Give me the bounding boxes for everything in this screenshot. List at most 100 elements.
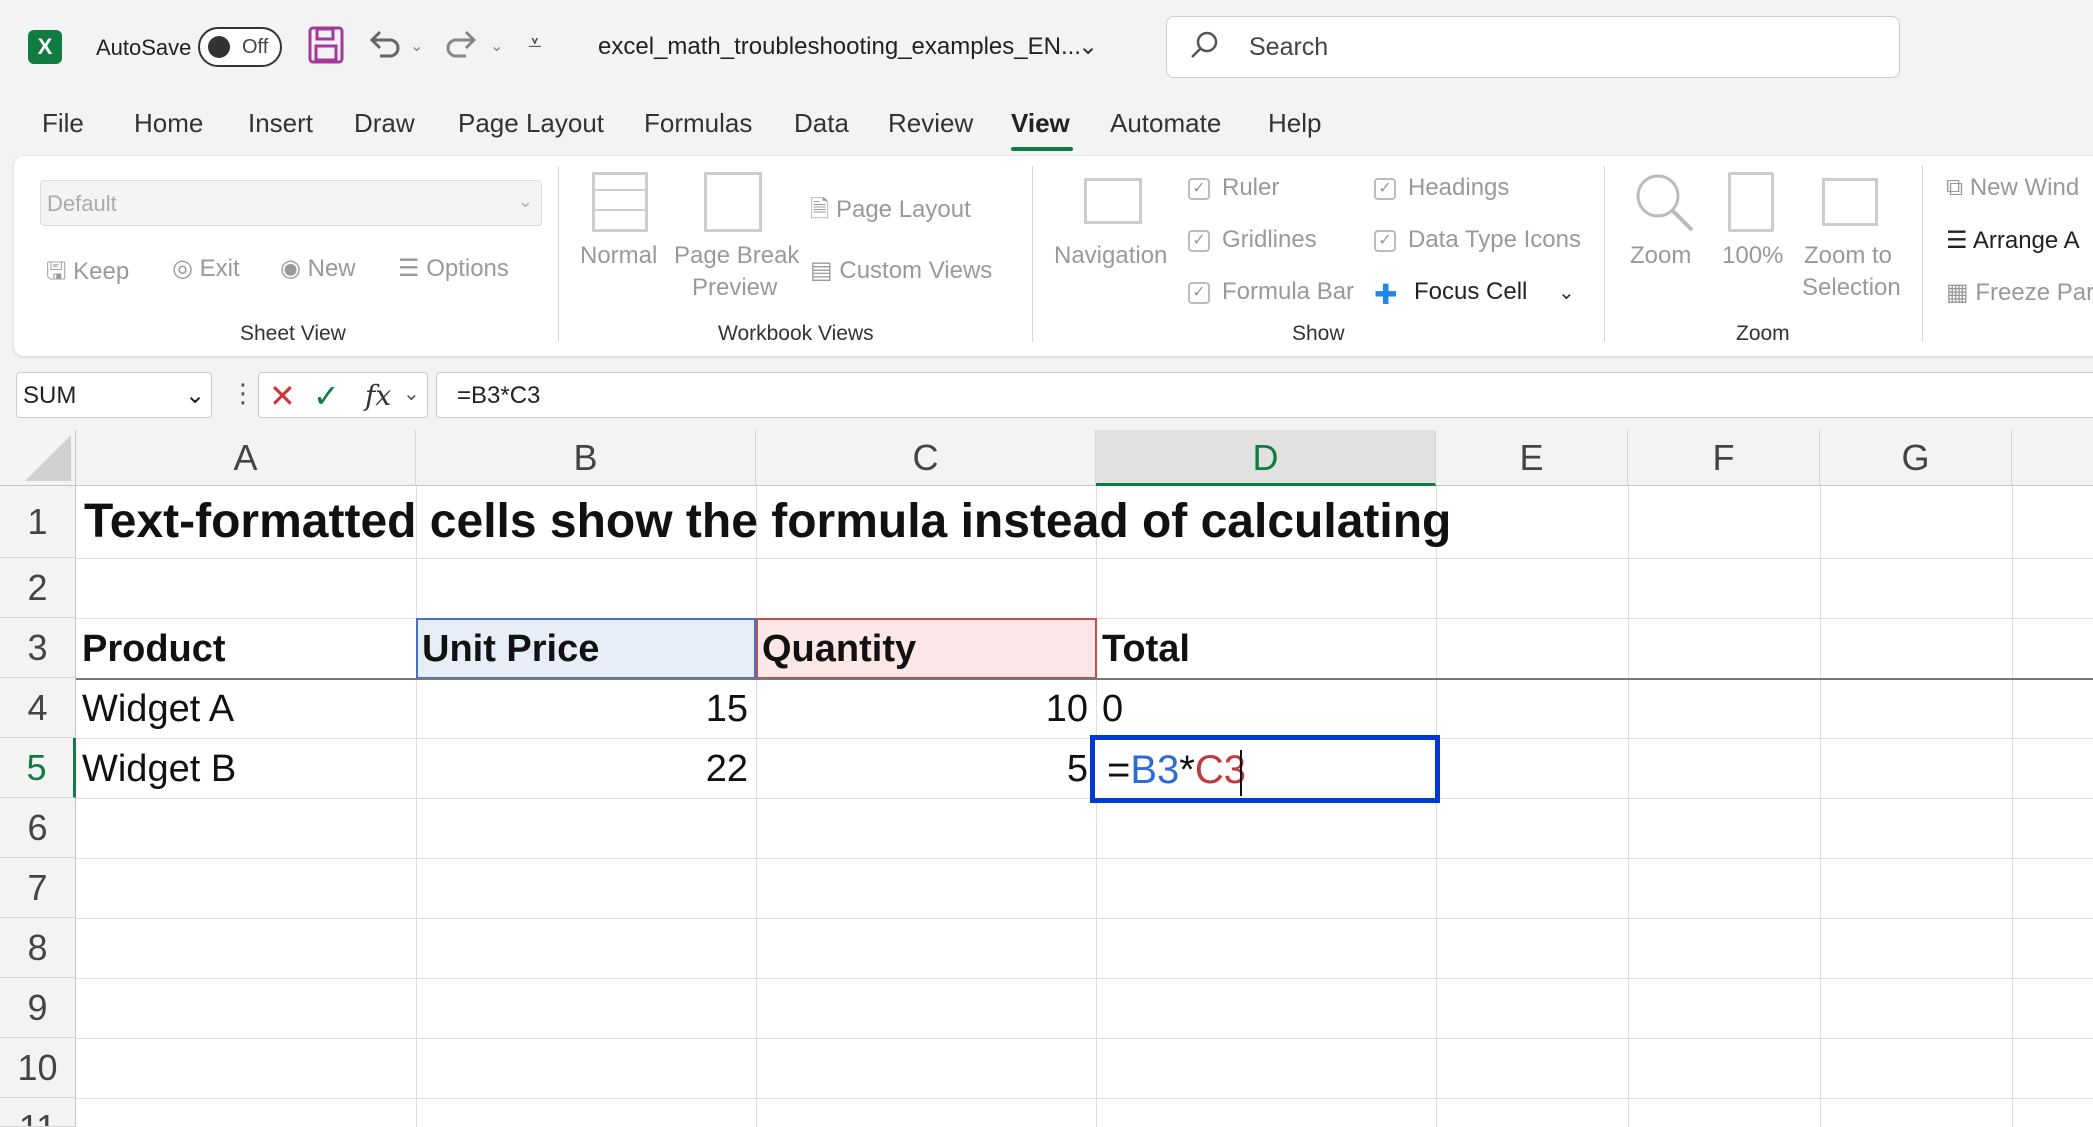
- exit-button[interactable]: ◎ Exit: [172, 254, 240, 283]
- formula-bar-checkbox[interactable]: ✓: [1188, 282, 1210, 304]
- undo-dropdown-icon[interactable]: ⌄: [410, 36, 423, 56]
- zoom-to-label-1[interactable]: Zoom to: [1804, 242, 1892, 270]
- zoom-magnifier-icon[interactable]: [1632, 170, 1696, 239]
- cancel-icon[interactable]: ✕: [269, 377, 296, 415]
- column-header-blank[interactable]: [2012, 430, 2093, 486]
- tab-automate[interactable]: Automate: [1110, 108, 1221, 139]
- page-break-label-1[interactable]: Page Break: [674, 242, 799, 270]
- cell-a4[interactable]: Widget A: [82, 688, 234, 731]
- column-header-a[interactable]: A: [76, 430, 416, 486]
- page-break-label-2[interactable]: Preview: [692, 274, 777, 302]
- focus-cell-label[interactable]: Focus Cell: [1414, 278, 1527, 306]
- normal-view-icon[interactable]: [592, 172, 648, 232]
- new-window-button[interactable]: ⧉ New Wind: [1946, 174, 2079, 202]
- enter-icon[interactable]: ✓: [313, 377, 340, 415]
- options-button[interactable]: ☰ Options: [398, 254, 509, 283]
- row-header-7[interactable]: 7: [0, 858, 76, 918]
- name-box[interactable]: SUM ⌄: [16, 372, 212, 418]
- redo-dropdown-icon[interactable]: ⌄: [490, 36, 503, 56]
- cell-d3[interactable]: Total: [1102, 628, 1190, 671]
- cell-b3[interactable]: Unit Price: [422, 628, 599, 671]
- chevron-down-icon: ⌄: [517, 191, 533, 211]
- row-header-5[interactable]: 5: [0, 738, 76, 798]
- search-box[interactable]: Search: [1166, 16, 1900, 78]
- row-header-8[interactable]: 8: [0, 918, 76, 978]
- filename-chevron-down-icon[interactable]: ⌄: [1078, 32, 1098, 61]
- new-view-button[interactable]: ◉ New: [280, 254, 356, 283]
- tab-view[interactable]: View: [1011, 108, 1070, 139]
- cell-a3[interactable]: Product: [82, 628, 226, 671]
- tab-data[interactable]: Data: [794, 108, 849, 139]
- more-options-icon[interactable]: ⋮: [230, 378, 256, 409]
- gridlines-checkbox[interactable]: ✓: [1188, 230, 1210, 252]
- data-type-icons-checkbox[interactable]: ✓: [1374, 230, 1396, 252]
- ruler-checkbox[interactable]: ✓: [1188, 178, 1210, 200]
- redo-icon[interactable]: [444, 26, 480, 70]
- zoom-100-label[interactable]: 100%: [1722, 242, 1783, 270]
- sheet-view-dropdown[interactable]: Default ⌄: [40, 180, 542, 226]
- column-header-e[interactable]: E: [1436, 430, 1628, 486]
- navigation-icon[interactable]: [1084, 178, 1142, 224]
- row-header-11[interactable]: 11: [0, 1098, 76, 1127]
- page-layout-view-button[interactable]: 🗎 Page Layout: [810, 192, 971, 233]
- column-header-c[interactable]: C: [756, 430, 1096, 486]
- select-all-button[interactable]: [0, 430, 76, 486]
- autosave-toggle[interactable]: Off: [198, 27, 282, 67]
- arrange-all-button[interactable]: ☰ Arrange A: [1946, 226, 2080, 255]
- zoom-to-selection-icon[interactable]: [1822, 178, 1878, 226]
- gridline: [76, 798, 2093, 799]
- navigation-label[interactable]: Navigation: [1054, 242, 1167, 270]
- formula-input[interactable]: =B3*C3: [436, 372, 2093, 418]
- cell-c3[interactable]: Quantity: [762, 628, 916, 671]
- focus-cell-icon[interactable]: ✚: [1374, 278, 1397, 311]
- file-name[interactable]: excel_math_troubleshooting_examples_EN..…: [598, 33, 1081, 61]
- row-header-10[interactable]: 10: [0, 1038, 76, 1098]
- row-header-1[interactable]: 1: [0, 486, 76, 558]
- cell-b4[interactable]: 15: [416, 688, 748, 731]
- tab-review[interactable]: Review: [888, 108, 973, 139]
- tab-draw[interactable]: Draw: [354, 108, 415, 139]
- normal-view-label[interactable]: Normal: [580, 242, 657, 270]
- row-header-4[interactable]: 4: [0, 678, 76, 738]
- custom-views-button[interactable]: ▤ Custom Views: [810, 256, 992, 285]
- cell-b5[interactable]: 22: [416, 748, 748, 791]
- page-layout-label: Page Layout: [835, 196, 971, 223]
- tab-home[interactable]: Home: [134, 108, 203, 139]
- column-header-b[interactable]: B: [416, 430, 756, 486]
- active-cell-d5[interactable]: =B3*C3: [1090, 735, 1440, 803]
- customize-qat-icon[interactable]: ⩡: [528, 30, 542, 58]
- page-break-preview-icon[interactable]: [704, 172, 762, 232]
- row-header-2[interactable]: 2: [0, 558, 76, 618]
- cell-c4[interactable]: 10: [756, 688, 1088, 731]
- cell-a1[interactable]: Text-formatted cells show the formula in…: [84, 494, 1451, 549]
- tab-formulas[interactable]: Formulas: [644, 108, 752, 139]
- column-header-g[interactable]: G: [1820, 430, 2012, 486]
- active-tab-indicator: [1011, 147, 1073, 151]
- exit-label: Exit: [199, 255, 240, 282]
- headings-checkbox[interactable]: ✓: [1374, 178, 1396, 200]
- zoom-100-icon[interactable]: [1728, 172, 1774, 232]
- row-header-9[interactable]: 9: [0, 978, 76, 1038]
- column-header-f[interactable]: F: [1628, 430, 1820, 486]
- cell-c5[interactable]: 5: [756, 748, 1088, 791]
- zoom-to-label-2[interactable]: Selection: [1802, 274, 1901, 302]
- tab-insert[interactable]: Insert: [248, 108, 313, 139]
- row-header-3[interactable]: 3: [0, 618, 76, 678]
- column-header-d[interactable]: D: [1096, 430, 1436, 486]
- tab-help[interactable]: Help: [1268, 108, 1321, 139]
- undo-icon[interactable]: [366, 26, 402, 70]
- focus-cell-chevron-down-icon[interactable]: ⌄: [1558, 280, 1575, 305]
- tab-file[interactable]: File: [42, 108, 84, 139]
- save-icon[interactable]: [308, 26, 344, 72]
- row-header-6[interactable]: 6: [0, 798, 76, 858]
- zoom-label[interactable]: Zoom: [1630, 242, 1691, 270]
- insert-function-icon[interactable]: fx: [365, 379, 391, 412]
- cell-a5[interactable]: Widget B: [82, 748, 236, 791]
- tab-page-layout[interactable]: Page Layout: [458, 108, 604, 139]
- freeze-panes-button[interactable]: ▦ Freeze Par: [1946, 278, 2093, 307]
- keep-icon: 🖫: [46, 258, 67, 285]
- expand-chevron-down-icon[interactable]: ⌄: [403, 381, 420, 406]
- keep-button[interactable]: 🖫 Keep: [46, 254, 129, 295]
- cell-d4[interactable]: 0: [1102, 688, 1123, 731]
- excel-logo-icon: X: [28, 30, 62, 64]
